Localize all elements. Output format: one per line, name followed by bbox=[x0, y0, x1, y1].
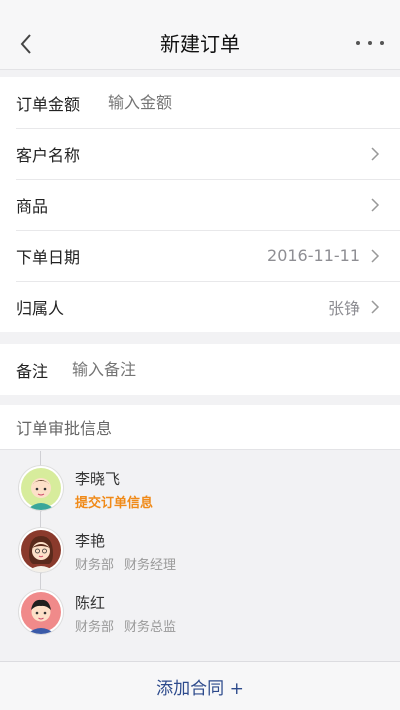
page-title: 新建订单 bbox=[160, 32, 240, 56]
chevron-right-icon bbox=[371, 299, 380, 314]
remark-label: 备注 bbox=[16, 361, 49, 381]
approval-step: 李艳 财务部 财务经理 bbox=[0, 528, 400, 582]
customer-row[interactable]: 客户名称 bbox=[0, 128, 400, 179]
approver-role: 财务经理 bbox=[124, 558, 177, 573]
approval-header: 订单审批信息 bbox=[0, 405, 400, 450]
amount-input[interactable] bbox=[108, 93, 380, 112]
approver-info: 财务部 财务总监 bbox=[75, 616, 176, 635]
customer-label: 客户名称 bbox=[16, 145, 81, 165]
more-dot-icon bbox=[368, 41, 372, 45]
more-dot-icon bbox=[380, 41, 384, 45]
approval-status: 提交订单信息 bbox=[75, 496, 154, 511]
order-date-value: 2016-11-11 bbox=[267, 246, 360, 265]
nav-bar: 新建订单 bbox=[0, 0, 400, 70]
amount-row: 订单金额 bbox=[0, 77, 400, 128]
product-label: 商品 bbox=[16, 196, 49, 216]
avatar bbox=[19, 590, 63, 634]
approver-role: 财务总监 bbox=[124, 620, 177, 635]
approval-header-label: 订单审批信息 bbox=[16, 419, 113, 438]
remark-group: 备注 bbox=[0, 344, 400, 395]
more-dot-icon bbox=[356, 41, 360, 45]
owner-label: 归属人 bbox=[16, 298, 65, 318]
approver-dept: 财务部 bbox=[75, 620, 115, 635]
more-button[interactable] bbox=[356, 36, 384, 50]
chevron-right-icon bbox=[371, 248, 380, 263]
approver-name: 陈红 bbox=[75, 594, 106, 612]
order-date-row[interactable]: 下单日期 2016-11-11 bbox=[0, 230, 400, 281]
approver-dept: 财务部 bbox=[75, 558, 115, 573]
approval-step: 李晓飞 提交订单信息 bbox=[0, 466, 400, 520]
add-contract-label: 添加合同 + bbox=[156, 678, 244, 699]
owner-value: 张铮 bbox=[327, 298, 360, 318]
remark-input[interactable] bbox=[72, 360, 380, 379]
order-date-label: 下单日期 bbox=[16, 247, 81, 267]
chevron-right-icon bbox=[371, 197, 380, 212]
order-form: 订单金额 客户名称 商品 下单日期 2016-11-11 归属人 张铮 bbox=[0, 77, 400, 332]
avatar bbox=[19, 528, 63, 572]
avatar bbox=[19, 466, 63, 510]
add-contract-button[interactable]: 添加合同 + bbox=[0, 661, 400, 710]
approver-info: 财务部 财务经理 bbox=[75, 554, 176, 573]
approver-name: 李艳 bbox=[75, 532, 106, 550]
owner-row[interactable]: 归属人 张铮 bbox=[0, 281, 400, 332]
approver-name: 李晓飞 bbox=[75, 470, 121, 488]
approval-timeline: 李晓飞 提交订单信息 李艳 财务部 财务经理 陈红 财务部 财务总监 bbox=[0, 451, 400, 660]
remark-row: 备注 bbox=[0, 344, 400, 395]
amount-label: 订单金额 bbox=[16, 94, 81, 114]
chevron-right-icon bbox=[371, 146, 380, 161]
approval-step: 陈红 财务部 财务总监 bbox=[0, 590, 400, 644]
product-row[interactable]: 商品 bbox=[0, 179, 400, 230]
